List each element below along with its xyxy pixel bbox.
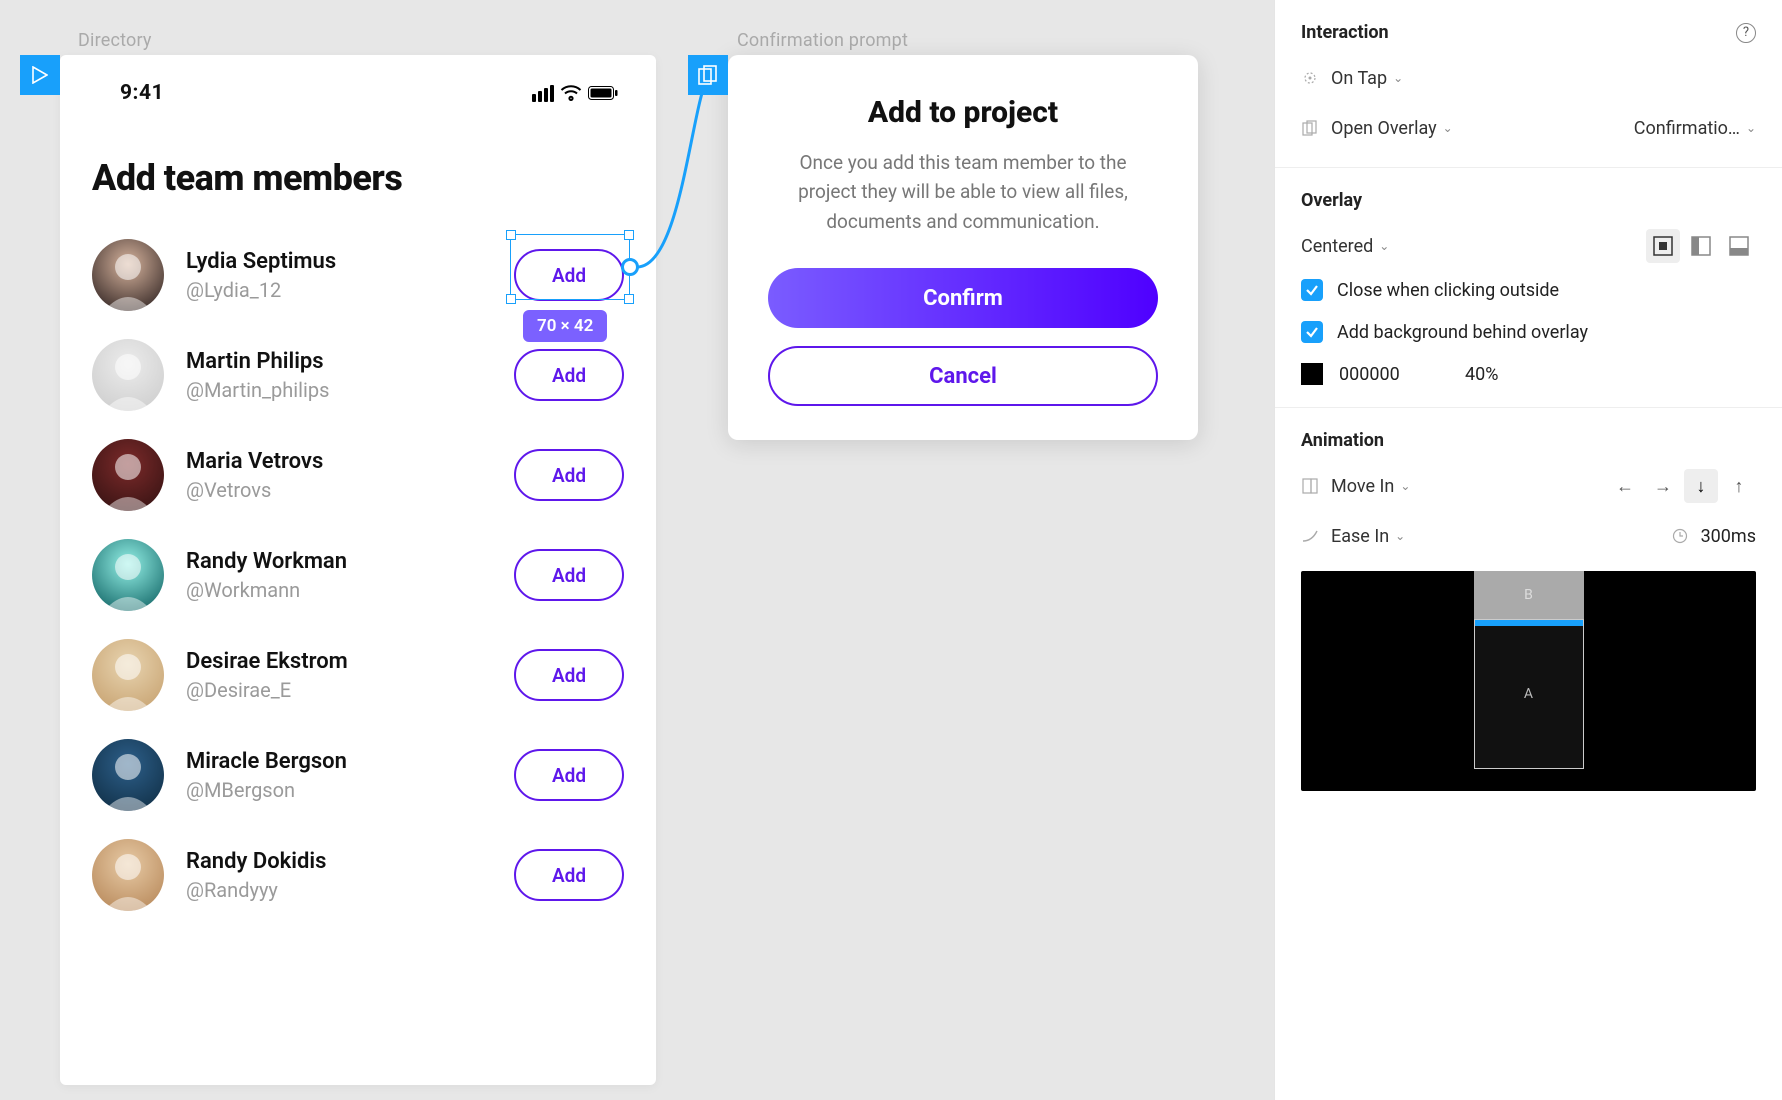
prompt-body: Once you add this team member to the pro… bbox=[768, 148, 1158, 236]
chevron-down-icon: ⌄ bbox=[1393, 71, 1403, 85]
member-row: Randy Workman @Workmann Add bbox=[92, 525, 624, 625]
bg-color-value[interactable]: 000000 bbox=[1339, 364, 1449, 385]
member-row: Miracle Bergson @MBergson Add bbox=[92, 725, 624, 825]
status-bar: 9:41 bbox=[92, 55, 624, 117]
member-handle: @Desirae_E bbox=[186, 678, 492, 702]
overlay-action-icon bbox=[1301, 120, 1319, 136]
overlay-position-dropdown[interactable]: Centered ⌄ bbox=[1301, 236, 1389, 257]
duration-value[interactable]: 300ms bbox=[1701, 526, 1756, 547]
checkbox-add-bg[interactable] bbox=[1301, 321, 1323, 343]
preview-frame-b: B bbox=[1474, 571, 1584, 619]
overlay-title: Overlay bbox=[1301, 190, 1362, 211]
prompt-title: Add to project bbox=[768, 95, 1158, 130]
direction-up[interactable]: ↑ bbox=[1722, 469, 1756, 503]
chevron-down-icon: ⌄ bbox=[1746, 121, 1756, 135]
add-button[interactable]: Add bbox=[514, 249, 624, 301]
section-overlay: Overlay Centered ⌄ bbox=[1275, 168, 1782, 408]
member-row: Martin Philips @Martin_philips Add bbox=[92, 325, 624, 425]
preview-frame-a: A bbox=[1474, 619, 1584, 769]
add-button[interactable]: Add bbox=[514, 849, 624, 901]
section-animation: Animation Move In ⌄ ← → ↓ ↑ bbox=[1275, 408, 1782, 1100]
chevron-down-icon: ⌄ bbox=[1379, 239, 1389, 253]
play-icon bbox=[32, 66, 48, 84]
status-time: 9:41 bbox=[92, 81, 164, 105]
member-row: Randy Dokidis @Randyyy Add bbox=[92, 825, 624, 925]
avatar bbox=[92, 639, 164, 711]
direction-right[interactable]: → bbox=[1646, 469, 1680, 503]
direction-left[interactable]: ← bbox=[1608, 469, 1642, 503]
label-add-bg: Add background behind overlay bbox=[1337, 322, 1588, 343]
avatar bbox=[92, 339, 164, 411]
tap-icon bbox=[1301, 71, 1319, 85]
add-button[interactable]: Add bbox=[514, 449, 624, 501]
member-handle: @Workmann bbox=[186, 578, 492, 602]
overlay-badge bbox=[688, 55, 728, 95]
bg-color-swatch[interactable] bbox=[1301, 363, 1323, 385]
properties-panel: Interaction ? On Tap ⌄ Open Ov bbox=[1274, 0, 1782, 1100]
member-name: Miracle Bergson bbox=[186, 749, 492, 774]
frame-directory[interactable]: 9:41 Add team members bbox=[60, 55, 656, 1085]
add-button[interactable]: Add bbox=[514, 649, 624, 701]
trigger-dropdown[interactable]: On Tap ⌄ bbox=[1331, 68, 1403, 89]
frame-confirmation-prompt[interactable]: Add to project Once you add this team me… bbox=[728, 55, 1198, 440]
frame-label-directory[interactable]: Directory bbox=[78, 30, 152, 51]
overlay-pos-bottom[interactable] bbox=[1722, 229, 1756, 263]
member-name: Lydia Septimus bbox=[186, 249, 492, 274]
bg-opacity-value[interactable]: 40% bbox=[1465, 364, 1498, 385]
chevron-down-icon: ⌄ bbox=[1395, 529, 1405, 543]
avatar bbox=[92, 439, 164, 511]
member-row: Maria Vetrovs @Vetrovs Add bbox=[92, 425, 624, 525]
member-row: Desirae Ekstrom @Desirae_E Add bbox=[92, 625, 624, 725]
interaction-title: Interaction bbox=[1301, 22, 1389, 43]
direction-down[interactable]: ↓ bbox=[1684, 469, 1718, 503]
member-handle: @Lydia_12 bbox=[186, 278, 492, 302]
animation-preview[interactable]: B A bbox=[1301, 571, 1756, 791]
member-name: Martin Philips bbox=[186, 349, 492, 374]
member-name: Desirae Ekstrom bbox=[186, 649, 492, 674]
member-handle: @Vetrovs bbox=[186, 478, 492, 502]
confirm-button[interactable]: Confirm bbox=[768, 268, 1158, 328]
member-handle: @MBergson bbox=[186, 778, 492, 802]
movein-icon bbox=[1301, 478, 1319, 494]
member-handle: @Martin_philips bbox=[186, 378, 492, 402]
overlay-pos-left[interactable] bbox=[1684, 229, 1718, 263]
help-icon[interactable]: ? bbox=[1736, 23, 1756, 43]
label-close-outside: Close when clicking outside bbox=[1337, 280, 1559, 301]
wifi-icon bbox=[560, 85, 582, 101]
add-button[interactable]: Add bbox=[514, 349, 624, 401]
section-interaction: Interaction ? On Tap ⌄ Open Ov bbox=[1275, 0, 1782, 168]
member-handle: @Randyyy bbox=[186, 878, 492, 902]
member-name: Randy Dokidis bbox=[186, 849, 492, 874]
avatar bbox=[92, 739, 164, 811]
design-canvas[interactable]: Directory Confirmation prompt 9:41 Add t… bbox=[0, 0, 1274, 1100]
target-dropdown[interactable]: Confirmatio… ⌄ bbox=[1634, 118, 1756, 139]
member-list: Lydia Septimus @Lydia_12 Add Martin Phil… bbox=[92, 225, 624, 925]
clock-icon bbox=[1671, 528, 1689, 544]
avatar bbox=[92, 539, 164, 611]
animation-type-dropdown[interactable]: Move In ⌄ bbox=[1331, 476, 1410, 497]
cancel-button[interactable]: Cancel bbox=[768, 346, 1158, 406]
avatar bbox=[92, 839, 164, 911]
play-button[interactable] bbox=[20, 55, 60, 95]
action-dropdown[interactable]: Open Overlay ⌄ bbox=[1331, 118, 1453, 139]
add-button[interactable]: Add bbox=[514, 749, 624, 801]
easing-icon bbox=[1301, 530, 1319, 542]
overlay-icon bbox=[698, 65, 718, 85]
add-button[interactable]: Add bbox=[514, 549, 624, 601]
checkbox-close-outside[interactable] bbox=[1301, 279, 1323, 301]
frame-label-prompt[interactable]: Confirmation prompt bbox=[737, 30, 908, 51]
battery-icon bbox=[588, 86, 618, 100]
easing-dropdown[interactable]: Ease In ⌄ bbox=[1331, 526, 1405, 547]
member-name: Randy Workman bbox=[186, 549, 492, 574]
member-row: Lydia Septimus @Lydia_12 Add bbox=[92, 225, 624, 325]
chevron-down-icon: ⌄ bbox=[1400, 479, 1410, 493]
overlay-pos-center[interactable] bbox=[1646, 229, 1680, 263]
animation-title: Animation bbox=[1301, 430, 1384, 451]
page-title: Add team members bbox=[92, 157, 624, 199]
signal-icon bbox=[532, 85, 554, 102]
avatar bbox=[92, 239, 164, 311]
chevron-down-icon: ⌄ bbox=[1443, 121, 1453, 135]
member-name: Maria Vetrovs bbox=[186, 449, 492, 474]
